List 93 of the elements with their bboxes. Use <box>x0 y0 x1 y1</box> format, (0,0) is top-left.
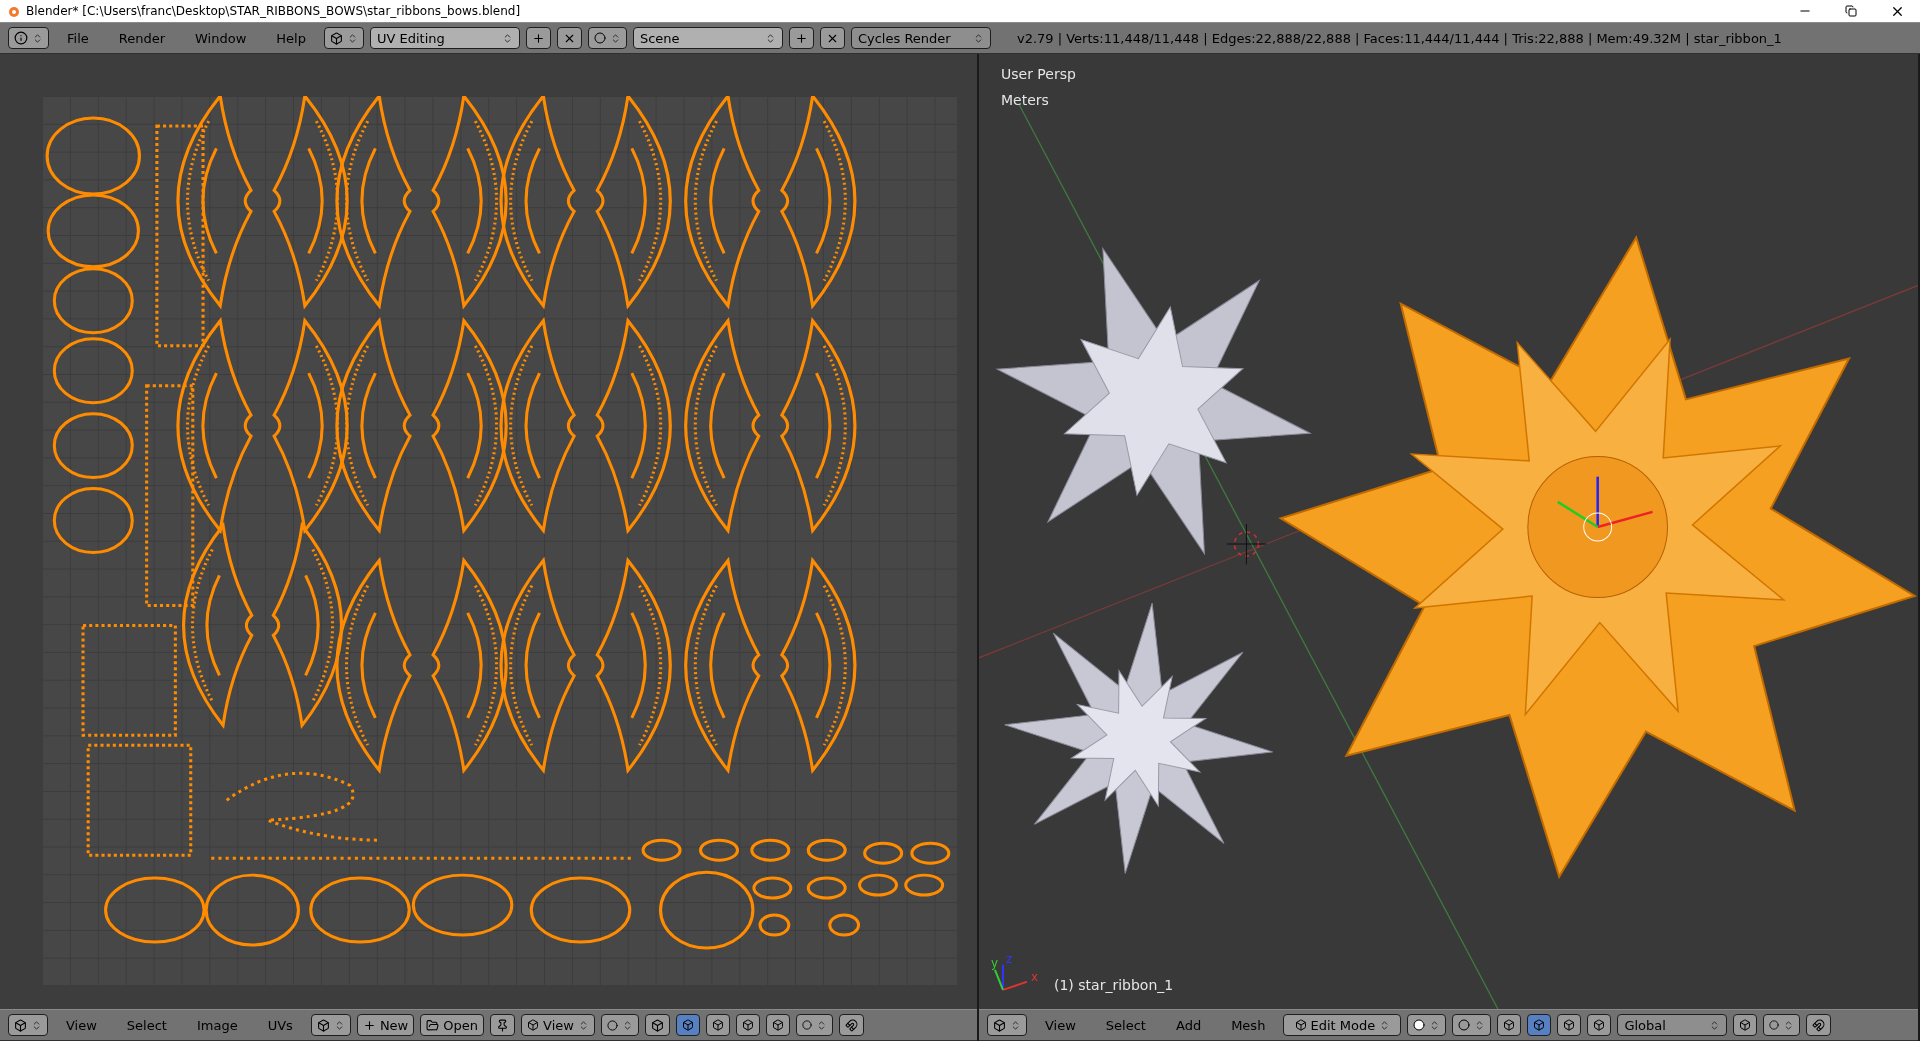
cube-icon <box>1294 1019 1307 1031</box>
manipulator-button[interactable] <box>1587 1014 1612 1036</box>
screen-layout-field[interactable]: UV Editing <box>369 27 520 49</box>
app-logo-icon <box>6 4 20 18</box>
transform-gizmo-icon <box>1557 476 1653 542</box>
menu-item[interactable]: File <box>55 28 101 48</box>
cube-icon <box>1593 1019 1606 1031</box>
pivot-button[interactable] <box>1452 1014 1492 1036</box>
axis-label: y <box>990 955 999 970</box>
proportional-edit-button[interactable] <box>1763 1014 1801 1036</box>
proportional-edit-button[interactable] <box>795 1014 833 1036</box>
plus-icon <box>362 1018 376 1032</box>
plus-icon <box>794 31 808 45</box>
circle-icon <box>1413 1019 1426 1031</box>
magnet-icon <box>1812 1018 1826 1032</box>
circle-icon <box>801 1020 812 1030</box>
select-mode-button[interactable] <box>735 1014 760 1036</box>
menu-item[interactable]: Image <box>184 1015 250 1035</box>
select-mode-button[interactable] <box>765 1014 790 1036</box>
plus-icon <box>531 31 545 45</box>
cube-icon <box>1739 1019 1752 1031</box>
cube-icon <box>650 1018 664 1032</box>
cube-icon <box>1563 1019 1576 1031</box>
menu-item[interactable]: UVs <box>255 1015 305 1035</box>
units-label: Meters <box>1001 92 1049 108</box>
up-down-arrows-icon <box>32 32 43 44</box>
menu-item[interactable]: View <box>1033 1015 1088 1035</box>
image-browse-button[interactable] <box>310 1014 351 1036</box>
info-icon <box>14 31 28 45</box>
remove-button[interactable] <box>556 27 582 49</box>
cube-icon <box>1533 1019 1546 1031</box>
up-down-arrows-icon <box>31 1019 42 1031</box>
cube-icon <box>993 1018 1006 1032</box>
select-mode-button[interactable] <box>705 1014 730 1036</box>
circle-icon <box>606 1019 618 1031</box>
cube-icon <box>711 1019 724 1031</box>
add-button[interactable] <box>788 27 814 49</box>
menu-item[interactable]: Render <box>106 28 178 48</box>
pin-icon <box>495 1018 509 1032</box>
scene-field[interactable]: Scene <box>632 27 783 49</box>
editor-type-button[interactable] <box>8 1014 48 1036</box>
manipulator-button[interactable] <box>1557 1014 1582 1036</box>
circle-icon <box>593 32 606 44</box>
cube-icon <box>14 1018 27 1032</box>
add-button[interactable] <box>525 27 551 49</box>
folder-icon <box>426 1018 440 1032</box>
view-name: User Persp <box>1001 66 1076 82</box>
cube-icon <box>527 1019 540 1031</box>
shading-button[interactable] <box>1407 1014 1447 1036</box>
circle-icon <box>1458 1019 1471 1031</box>
snap-button[interactable] <box>838 1014 864 1036</box>
menu-item[interactable]: Select <box>1093 1015 1158 1035</box>
3d-cursor-icon <box>1225 523 1267 565</box>
menu-item[interactable]: View <box>54 1015 109 1035</box>
render-engine-dropdown[interactable]: Cycles Render <box>850 27 991 49</box>
scene-selector-button[interactable] <box>587 27 627 49</box>
menu-item[interactable]: Select <box>114 1015 179 1035</box>
magnet-icon <box>844 1018 858 1032</box>
up-down-arrows-icon <box>1010 1019 1021 1031</box>
mode-dropdown[interactable]: Edit Mode <box>1283 1014 1402 1036</box>
cube-icon <box>771 1019 784 1031</box>
sync-selection-button[interactable] <box>644 1014 670 1036</box>
menu-item[interactable]: Window <box>183 28 259 48</box>
cube-icon <box>316 1018 330 1032</box>
restore-icon <box>1845 5 1857 17</box>
layout-selector-button[interactable] <box>323 27 364 49</box>
select-mode-button[interactable] <box>675 1014 700 1036</box>
menu-item[interactable]: Help <box>264 28 318 48</box>
orientation-dropdown[interactable]: Global <box>1617 1014 1728 1036</box>
cube-icon <box>329 31 343 45</box>
menu-item[interactable]: Add <box>1163 1015 1214 1035</box>
editor-type-button[interactable] <box>8 27 49 49</box>
cube-icon <box>681 1019 694 1031</box>
manipulator-button[interactable] <box>1497 1014 1522 1036</box>
cube-icon <box>741 1019 754 1031</box>
pivot-button[interactable] <box>600 1014 639 1036</box>
menu-item[interactable]: Mesh <box>1219 1015 1278 1035</box>
remove-button[interactable] <box>819 27 845 49</box>
snap-button[interactable] <box>1806 1014 1832 1036</box>
window-title: Blender* [C:\Users\franc\Desktop\STAR_RIBBONS_BOWS\star_ribbons_bows.blend] <box>26 4 522 18</box>
layer-button[interactable] <box>1733 1014 1758 1036</box>
editor-type-button[interactable] <box>987 1014 1027 1036</box>
view-mode-dropdown[interactable]: View <box>520 1014 595 1036</box>
new-image-button[interactable]: New <box>356 1014 415 1036</box>
axis-label: x <box>1030 969 1038 984</box>
axis-label: z <box>1005 951 1013 966</box>
open-image-button[interactable]: Open <box>420 1014 484 1036</box>
cube-icon <box>1503 1019 1516 1031</box>
scene-statistics: v2.79 | Verts:11,448/11,448 | Edges:22,888/22,888 | Faces:11,444/11,444 | Tris:22,888 | Mem:49.32M | star_ribbon_1 <box>1016 30 1782 46</box>
pin-button[interactable] <box>489 1014 515 1036</box>
circle-icon <box>1769 1020 1780 1030</box>
manipulator-button[interactable] <box>1527 1014 1552 1036</box>
active-object-label: (1) star_ribbon_1 <box>1054 977 1174 993</box>
